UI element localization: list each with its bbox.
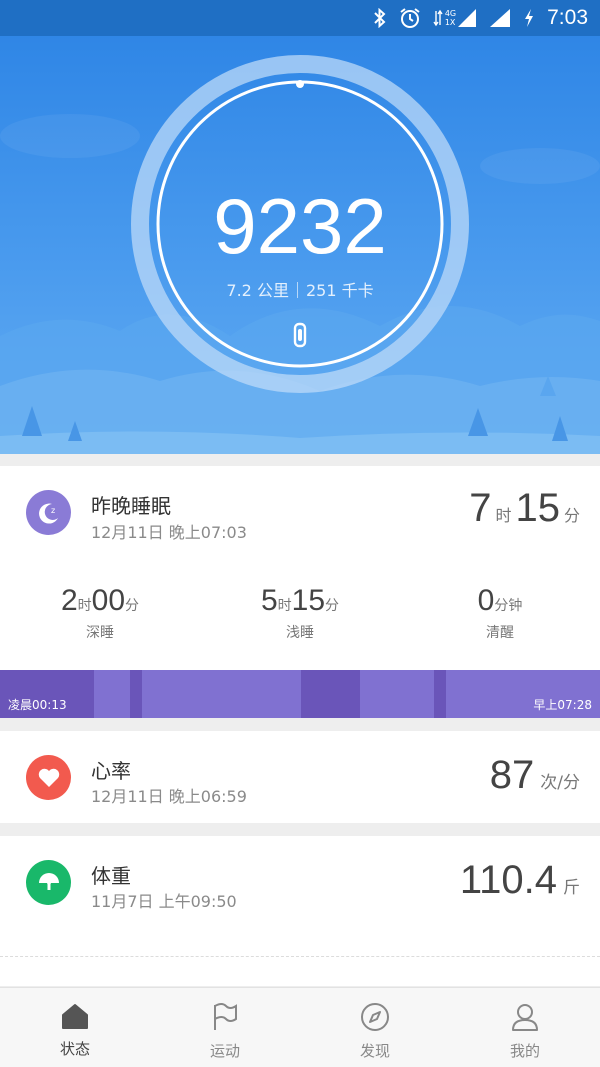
light-hours: 5 [260, 584, 278, 617]
home-icon [60, 1002, 90, 1034]
nav-discover[interactable]: 发现 [300, 988, 450, 1067]
nav-discover-label: 发现 [359, 1042, 390, 1060]
awake-unit: 分钟 [494, 598, 523, 614]
weight-unit: 斤 [563, 878, 580, 898]
flag-icon [210, 1002, 240, 1036]
deep-hours: 2 [60, 584, 78, 617]
network-type-bottom: 1X [444, 18, 456, 27]
distance-value: 7.2 公里 [226, 281, 289, 300]
sleep-end-time: 早上07:28 [533, 698, 592, 712]
alarm-icon [399, 7, 421, 29]
deep-sleep-segment [130, 670, 142, 718]
sleep-breakdown: 2 时 00 分 深睡 5 时 15 分 浅睡 0 分钟 清醒 [0, 584, 600, 642]
deep-sleep-segment [301, 670, 360, 718]
heart-rate-timestamp: 12月11日 晚上06:59 [91, 787, 247, 806]
steps-hero[interactable]: 9232 7.2 公里 251 千卡 [0, 36, 600, 454]
signal-strength-icon [489, 8, 511, 28]
bluetooth-icon [373, 8, 387, 28]
nav-status-label: 状态 [59, 1040, 90, 1058]
hour-unit: 时 [495, 506, 512, 525]
weight-title: 体重 [91, 864, 131, 888]
weight-value: 110.4 [459, 858, 557, 902]
status-time: 7:03 [547, 6, 588, 29]
user-icon [510, 1002, 540, 1036]
sleep-title: 昨晚睡眠 [91, 494, 171, 518]
light-hour-unit: 时 [277, 598, 292, 614]
deep-sleep-segment [434, 670, 446, 718]
step-count: 9232 [213, 182, 387, 270]
deep-label: 深睡 [86, 625, 114, 641]
nav-profile-label: 我的 [509, 1042, 540, 1060]
deep-hour-unit: 时 [77, 598, 92, 614]
sleep-total-hours: 7 [469, 486, 492, 530]
heart-rate-unit: 次/分 [540, 773, 580, 793]
sleep-total-minutes: 15 [515, 486, 560, 530]
nav-exercise-label: 运动 [209, 1042, 240, 1060]
moon-icon: z [26, 490, 71, 535]
minute-unit: 分 [563, 506, 580, 525]
bottom-nav: 状态 运动 发现 我的 [0, 987, 600, 1067]
weight-reading: 110.4 斤 [460, 858, 580, 903]
heart-rate-reading: 87 次/分 [490, 753, 580, 798]
weight-timestamp: 11月7日 上午09:50 [91, 892, 237, 911]
calories-value: 251 千卡 [305, 281, 374, 300]
sleep-total: 7 时 15 分 [469, 486, 580, 531]
heart-icon [26, 755, 71, 800]
heart-rate-value: 87 [489, 753, 535, 797]
stats-divider [296, 282, 298, 298]
weight-card[interactable]: 体重 11月7日 上午09:50 110.4 斤 [0, 836, 600, 986]
awake-stat: 0 分钟 清醒 [400, 584, 600, 642]
light-minute-unit: 分 [325, 598, 340, 614]
awake-label: 清醒 [486, 625, 514, 641]
distance-calories: 7.2 公里 251 千卡 [0, 277, 600, 301]
compass-icon [360, 1002, 390, 1036]
sleep-card[interactable]: z 昨晚睡眠 12月11日 晚上07:03 7 时 15 分 2 时 00 分 … [0, 466, 600, 670]
network-signal-icon: 4G 1X [433, 8, 477, 28]
svg-text:z: z [51, 506, 55, 515]
deep-sleep-stat: 2 时 00 分 深睡 [0, 584, 200, 642]
nav-status[interactable]: 状态 [0, 988, 150, 1067]
light-sleep-stat: 5 时 15 分 浅睡 [200, 584, 400, 642]
list-end-divider [0, 956, 600, 957]
scale-icon [26, 860, 71, 905]
band-icon [293, 322, 307, 352]
sleep-start-time: 凌晨00:13 [8, 698, 67, 712]
heart-rate-card[interactable]: 心率 12月11日 晚上06:59 87 次/分 [0, 731, 600, 823]
nav-profile[interactable]: 我的 [450, 988, 600, 1067]
deep-minute-unit: 分 [125, 598, 140, 614]
charging-icon [523, 8, 535, 28]
heart-rate-title: 心率 [91, 759, 131, 783]
sleep-timestamp: 12月11日 晚上07:03 [91, 523, 247, 542]
light-minutes: 15 [291, 584, 326, 617]
deep-minutes: 00 [91, 584, 126, 617]
nav-exercise[interactable]: 运动 [150, 988, 300, 1067]
network-type-top: 4G [444, 9, 457, 18]
light-label: 浅睡 [286, 625, 314, 641]
status-bar: 4G 1X 7:03 [0, 0, 600, 36]
awake-minutes: 0 [477, 584, 495, 617]
sleep-timeline[interactable]: 凌晨00:13 早上07:28 [0, 670, 600, 718]
